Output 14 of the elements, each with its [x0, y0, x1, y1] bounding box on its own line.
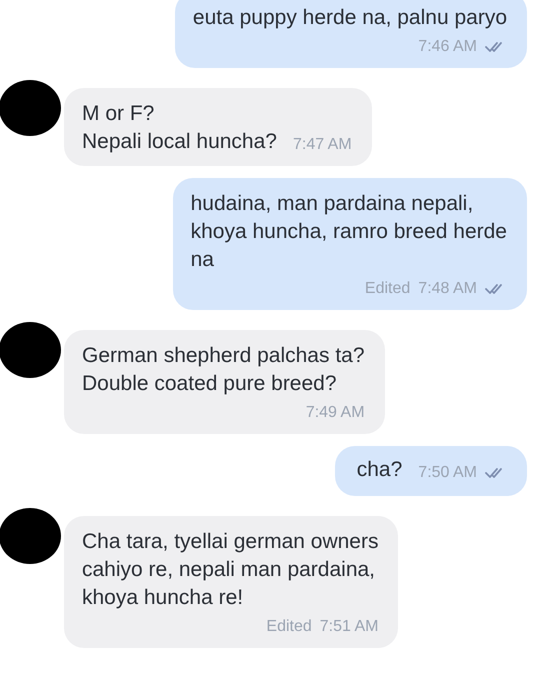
message-time: 7:49 AM	[306, 403, 365, 423]
message-time: 7:50 AM	[418, 463, 477, 483]
message-text: euta puppy herde na, palnu paryo	[192, 5, 507, 31]
message-text: Cha tara, tyellai german owners cahiyo re, nepali man pardaina, khoya huncha re!	[82, 529, 378, 611]
edited-label: Edited	[364, 279, 410, 299]
message-time: 7:51 AM	[320, 617, 378, 637]
message-time: 7:46 AM	[418, 37, 477, 57]
message-text: cha?	[356, 457, 402, 483]
message-text: hudaina, man pardaina nepali, khoya huncha, ramro breed herde na	[190, 191, 507, 273]
message-text: M or F? Nepali local huncha?	[82, 101, 277, 155]
message-text: German shepherd palchas ta? Double coated pure breed?	[82, 343, 365, 397]
message-time: 7:48 AM	[418, 279, 477, 299]
message-time: 7:47 AM	[292, 135, 352, 155]
edited-label: Edited	[266, 617, 312, 637]
